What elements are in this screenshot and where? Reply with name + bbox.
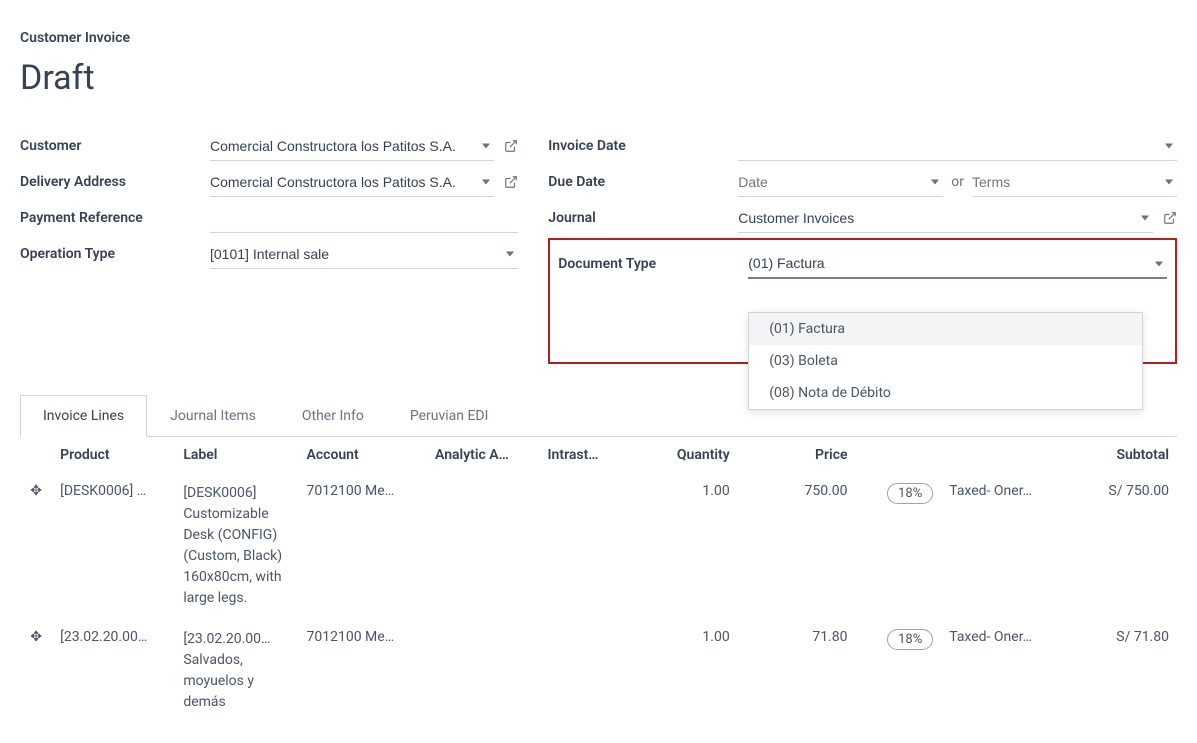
cell-subtotal: S/ 71.80 [1070, 619, 1177, 723]
cell-product[interactable]: [23.02.20.00… [52, 619, 175, 723]
delivery-address-input[interactable] [210, 168, 494, 197]
th-account: Account [299, 437, 428, 473]
due-date-label: Due Date [548, 174, 738, 190]
cell-subtotal: S/ 750.00 [1070, 473, 1177, 619]
th-price: Price [738, 437, 856, 473]
cell-tax-type[interactable]: Taxed- Oner… [941, 619, 1070, 723]
journal-label: Journal [548, 210, 738, 226]
invoice-date-input[interactable] [738, 132, 1177, 161]
drag-handle-icon[interactable]: ✥ [20, 473, 52, 619]
tab-invoice-lines[interactable]: Invoice Lines [20, 395, 147, 437]
cell-product[interactable]: [DESK0006] … [52, 473, 175, 619]
tax-badge[interactable]: 18% [887, 629, 933, 650]
table-row[interactable]: ✥ [23.02.20.00… [23.02.20.00… Salvados, … [20, 619, 1177, 723]
cell-label[interactable]: [23.02.20.00… Salvados, moyuelos y demás [175, 619, 298, 723]
dropdown-option-boleta[interactable]: (03) Boleta [749, 345, 1142, 377]
cell-account[interactable]: 7012100 Me… [299, 619, 428, 723]
th-analytic: Analytic A… [427, 437, 539, 473]
document-type-dropdown: (01) Factura (03) Boleta (08) Nota de Dé… [748, 312, 1143, 410]
tax-badge[interactable]: 18% [887, 483, 933, 504]
cell-price[interactable]: 71.80 [738, 619, 856, 723]
document-type-label: Document Type [558, 256, 748, 272]
tab-peruvian-edi[interactable]: Peruvian EDI [387, 395, 512, 437]
th-intrastat: Intrast… [540, 437, 620, 473]
dropdown-option-factura[interactable]: (01) Factura [749, 313, 1142, 345]
document-type-input[interactable] [748, 249, 1167, 279]
th-subtotal: Subtotal [1070, 437, 1177, 473]
cell-account[interactable]: 7012100 Me… [299, 473, 428, 619]
terms-input[interactable] [972, 168, 1177, 197]
or-separator: or [951, 174, 964, 190]
external-link-icon[interactable] [504, 175, 518, 189]
delivery-address-label: Delivery Address [20, 174, 210, 190]
form-right-column: Invoice Date Due Date or Journal [548, 128, 1177, 364]
form-left-column: Customer Delivery Address Payment Refere… [20, 128, 518, 364]
journal-input[interactable] [738, 204, 1153, 233]
external-link-icon[interactable] [504, 139, 518, 153]
payment-reference-input[interactable] [210, 204, 518, 233]
customer-input[interactable] [210, 132, 494, 161]
due-date-input[interactable] [738, 168, 943, 197]
operation-type-label: Operation Type [20, 246, 210, 262]
cell-tax-type[interactable]: Taxed- Oner… [941, 473, 1070, 619]
th-label: Label [175, 437, 298, 473]
table-row[interactable]: ✥ [DESK0006] … [DESK0006] Customizable D… [20, 473, 1177, 619]
operation-type-input[interactable] [210, 240, 518, 269]
external-link-icon[interactable] [1163, 211, 1177, 225]
page-title: Draft [20, 58, 1177, 98]
customer-label: Customer [20, 138, 210, 154]
cell-price[interactable]: 750.00 [738, 473, 856, 619]
dropdown-option-nota-debito[interactable]: (08) Nota de Débito [749, 377, 1142, 409]
th-product: Product [52, 437, 175, 473]
invoice-lines-table: Product Label Account Analytic A… Intras… [20, 437, 1177, 723]
cell-quantity[interactable]: 1.00 [620, 619, 738, 723]
invoice-date-label: Invoice Date [548, 138, 738, 154]
cell-quantity[interactable]: 1.00 [620, 473, 738, 619]
tab-other-info[interactable]: Other Info [279, 395, 387, 437]
drag-handle-icon[interactable]: ✥ [20, 619, 52, 723]
payment-reference-label: Payment Reference [20, 210, 210, 226]
th-quantity: Quantity [620, 437, 738, 473]
cell-label[interactable]: [DESK0006] Customizable Desk (CONFIG) (C… [175, 473, 298, 619]
tab-journal-items[interactable]: Journal Items [147, 395, 279, 437]
breadcrumb[interactable]: Customer Invoice [20, 30, 1177, 46]
document-type-highlight: Document Type (01) Factura (03) Boleta (… [548, 238, 1177, 364]
